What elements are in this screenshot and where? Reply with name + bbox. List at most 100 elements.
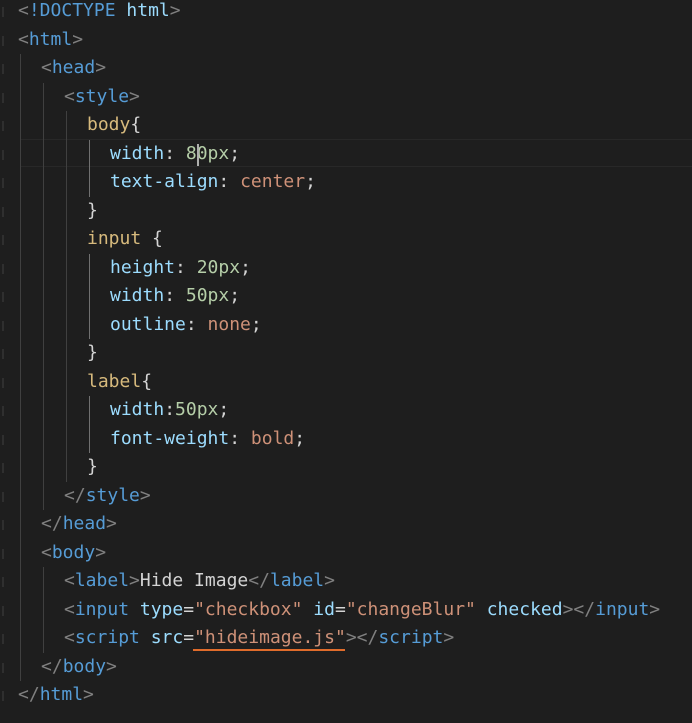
code-token: > — [649, 598, 661, 620]
code-token: bold — [250, 427, 295, 449]
code-line[interactable]: font-weight: bold; — [0, 425, 692, 454]
code-token: : — [175, 256, 197, 278]
code-line-text: </style> — [64, 482, 151, 511]
code-token: > — [106, 655, 117, 677]
code-token: width — [110, 399, 165, 420]
code-token: </ — [64, 484, 86, 506]
code-token: 20px — [196, 256, 241, 278]
gutter-mark — [2, 491, 4, 502]
code-token: : — [218, 171, 241, 192]
code-token: = — [334, 598, 346, 620]
code-line[interactable]: <!DOCTYPE html> — [0, 0, 692, 26]
code-line[interactable]: <style> — [0, 83, 692, 112]
code-token: label — [269, 570, 325, 591]
code-line[interactable]: <head> — [0, 54, 692, 83]
code-token: body — [87, 114, 131, 135]
gutter-mark — [2, 263, 4, 274]
code-token: style — [85, 484, 140, 506]
code-line[interactable]: <input type="checkbox" id="changeBlur" c… — [0, 596, 692, 625]
code-line[interactable]: outline: none; — [0, 311, 692, 340]
code-line[interactable]: width: 50px; — [0, 282, 692, 311]
code-token: input — [74, 598, 130, 620]
code-line[interactable]: </head> — [0, 510, 692, 539]
code-line[interactable]: body{ — [0, 111, 692, 140]
code-line[interactable]: } — [0, 339, 692, 368]
code-token: > — [95, 541, 107, 563]
code-line[interactable]: input { — [0, 225, 692, 254]
code-token: height — [110, 256, 176, 278]
code-token: > — [83, 684, 94, 705]
code-token: width — [110, 285, 165, 306]
code-line-text: </body> — [41, 653, 117, 682]
code-token: } — [87, 342, 98, 363]
gutter-mark — [2, 121, 4, 131]
gutter-mark — [2, 520, 4, 530]
code-token: { — [130, 114, 142, 135]
code-token: = — [183, 598, 195, 620]
gutter-mark — [2, 92, 4, 103]
code-token: body — [62, 655, 107, 677]
gutter-mark — [2, 406, 4, 416]
code-token: id — [313, 598, 335, 620]
code-line-text: <input type="checkbox" id="changeBlur" c… — [64, 596, 660, 625]
code-line[interactable]: label{ — [0, 368, 692, 397]
code-token: > — [129, 85, 140, 107]
code-token: ; — [294, 427, 306, 449]
code-token: text-align — [110, 171, 219, 192]
code-token: < — [64, 85, 75, 107]
gutter-mark — [2, 662, 4, 673]
code-line-text: } — [87, 339, 98, 368]
code-line-text: <body> — [41, 539, 106, 568]
code-token: type — [139, 598, 184, 620]
code-line-text: <style> — [64, 83, 140, 112]
code-line[interactable]: } — [0, 453, 692, 482]
code-line[interactable]: height: 20px; — [0, 254, 692, 283]
gutter-mark — [2, 377, 4, 388]
code-line[interactable]: <html> — [0, 26, 692, 55]
code-token: > — [324, 570, 335, 591]
code-token: head — [51, 57, 96, 78]
code-line[interactable]: } — [0, 197, 692, 226]
code-line[interactable]: <script src="hideimage.js"></script> — [0, 624, 692, 653]
code-line[interactable]: <body> — [0, 539, 692, 568]
code-token: > — [562, 598, 574, 620]
gutter-mark — [2, 634, 4, 644]
code-token: html — [39, 684, 84, 705]
gutter-mark — [2, 605, 4, 616]
code-line-text: width:50px; — [110, 396, 229, 425]
code-token: > — [129, 570, 140, 591]
code-line[interactable]: <label>Hide Image</label> — [0, 567, 692, 596]
code-line[interactable]: width:50px; — [0, 396, 692, 425]
link-underline — [193, 649, 345, 651]
code-token: ; — [229, 285, 241, 306]
code-token: </ — [41, 513, 63, 534]
code-line[interactable]: </html> — [0, 681, 692, 710]
code-token: center — [240, 171, 306, 192]
code-line-text: <head> — [41, 54, 106, 83]
code-token: none — [207, 313, 251, 335]
code-token: : — [164, 285, 186, 306]
code-line-text: body{ — [87, 111, 141, 140]
code-line[interactable]: width: 80px; — [0, 140, 692, 169]
code-token: = — [183, 627, 195, 648]
code-token: html — [28, 28, 73, 50]
code-token: font-weight — [110, 427, 230, 449]
code-line[interactable]: text-align: center; — [0, 168, 692, 197]
code-token: : — [164, 142, 186, 164]
code-token: </ — [248, 570, 270, 591]
code-token: !DOCTYPE — [28, 0, 116, 21]
code-editor[interactable]: <!DOCTYPE html> <html> <head> <style> body{w… — [0, 0, 692, 723]
code-token: < — [18, 0, 29, 21]
code-token: "changeBlur" — [345, 598, 476, 620]
code-token: > — [169, 0, 181, 21]
code-token: < — [41, 57, 52, 78]
gutter-mark — [2, 292, 4, 302]
code-token: : — [185, 313, 208, 335]
code-line[interactable]: </body> — [0, 653, 692, 682]
gutter-mark — [2, 463, 4, 473]
code-line[interactable]: </style> — [0, 482, 692, 511]
